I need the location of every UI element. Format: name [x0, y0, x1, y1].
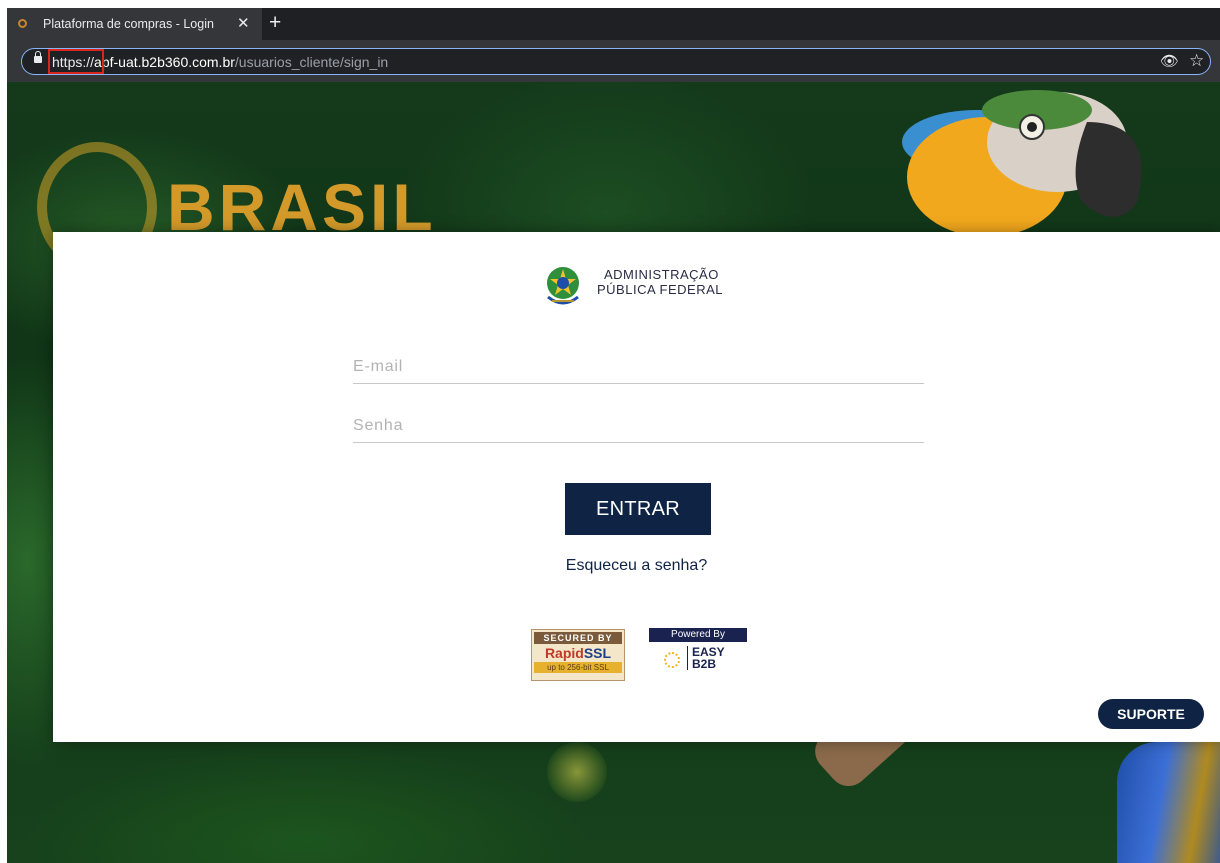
- browser-toolbar: https://apf-uat.b2b360.com.br/usuarios_c…: [7, 40, 1220, 82]
- brasil-banner-text: BRASIL: [167, 170, 437, 244]
- email-field-container: [353, 353, 924, 384]
- easy-b2b-badge[interactable]: Powered By EASY B2B: [649, 628, 747, 684]
- email-input[interactable]: [353, 353, 924, 381]
- url-scheme: https://: [52, 54, 95, 70]
- url-text[interactable]: https://apf-uat.b2b360.com.br/usuarios_c…: [52, 54, 388, 70]
- easy-line-2: B2B: [692, 657, 717, 671]
- lens-flare-decoration: [547, 742, 607, 802]
- lock-icon[interactable]: [34, 51, 42, 63]
- tab-close-icon[interactable]: ✕: [237, 14, 250, 32]
- favicon-icon: [18, 19, 27, 28]
- url-path: /usuarios_cliente/sign_in: [234, 54, 389, 70]
- bookmark-star-icon[interactable]: ☆: [1189, 51, 1204, 71]
- browser-tab-bar: Plataforma de compras - Login ✕ +: [7, 8, 1220, 40]
- sun-logo-icon: [664, 652, 680, 668]
- url-host: apf-uat.b2b360.com.br: [94, 54, 235, 70]
- rapidssl-badge[interactable]: SECURED BY RapidSSL up to 256-bit SSL: [531, 629, 625, 681]
- new-tab-button[interactable]: +: [269, 11, 281, 35]
- powered-by-label: Powered By: [649, 628, 747, 642]
- address-bar[interactable]: https://apf-uat.b2b360.com.br/usuarios_c…: [21, 48, 1211, 75]
- ssl-strength-label: up to 256-bit SSL: [534, 662, 622, 673]
- ssl-brand: RapidSSL: [532, 644, 624, 662]
- easy-b2b-wordmark: EASY B2B: [687, 646, 725, 670]
- password-field-container: [353, 412, 924, 443]
- parrot-image: [902, 90, 1142, 237]
- brand-line-2: PÚBLICA FEDERAL: [597, 282, 723, 297]
- password-input[interactable]: [353, 412, 924, 440]
- support-button[interactable]: SUPORTE: [1098, 699, 1204, 729]
- browser-tab-login[interactable]: Plataforma de compras - Login ✕: [7, 8, 262, 40]
- brand-line-1: ADMINISTRAÇÃO: [604, 267, 719, 282]
- brand-text: ADMINISTRAÇÃO PÚBLICA FEDERAL: [597, 267, 723, 297]
- feather-decoration: [1117, 742, 1220, 863]
- login-button[interactable]: ENTRAR: [565, 483, 711, 535]
- ssl-ssl-text: SSL: [583, 645, 612, 661]
- forgot-password-link[interactable]: Esqueceu a senha?: [53, 557, 1220, 575]
- login-card: ADMINISTRAÇÃO PÚBLICA FEDERAL ENTRAR Esq…: [53, 232, 1220, 742]
- coat-of-arms-icon: [547, 267, 579, 305]
- brand-logo: ADMINISTRAÇÃO PÚBLICA FEDERAL: [542, 263, 742, 308]
- tab-title: Plataforma de compras - Login: [43, 17, 214, 31]
- ssl-secured-label: SECURED BY: [534, 632, 622, 644]
- eye-slash-icon[interactable]: 👁: [1160, 52, 1179, 70]
- ssl-rapid-text: Rapid: [544, 645, 584, 661]
